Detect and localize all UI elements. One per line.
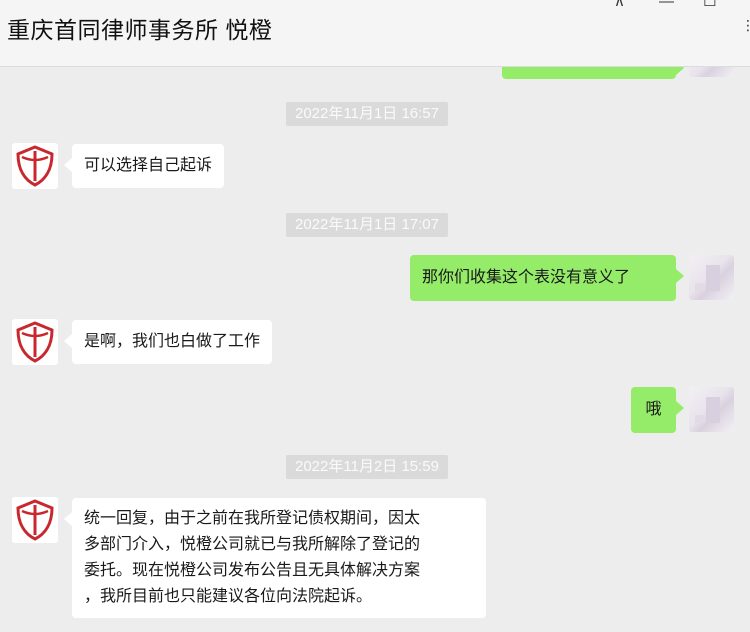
message-text: 那你们收集这个表没有意义了 (422, 269, 631, 286)
timestamp: 2022年11月1日 17:07 (286, 213, 448, 237)
law-firm-avatar[interactable] (12, 497, 58, 543)
minimize-icon[interactable]: — (659, 0, 674, 10)
message-text-line: 多部门介入，悦橙公司就已与我所解除了登记的 (84, 536, 421, 553)
previous-message-bubble[interactable] (502, 67, 684, 79)
user-avatar[interactable] (689, 255, 734, 300)
maximize-icon[interactable]: ☐ (703, 0, 716, 10)
message-text: 是啊，我们也白做了工作 (84, 333, 261, 350)
law-firm-avatar[interactable] (12, 319, 58, 365)
message-text-line: 统一回复，由于之前在我所登记债权期间，因太 (84, 510, 421, 527)
message-bubble[interactable]: 统一回复，由于之前在我所登记债权期间，因太 多部门介入，悦橙公司就已与我所解除了… (64, 498, 486, 618)
user-avatar[interactable] (689, 67, 734, 77)
message-text: 可以选择自己起诉 (84, 157, 213, 174)
pin-icon[interactable]: ⊼ (614, 0, 625, 10)
law-firm-logo-icon (16, 321, 54, 363)
message-text: 哦 (645, 401, 662, 418)
message-bubble[interactable]: 那你们收集这个表没有意义了 (410, 255, 684, 301)
message-bubble[interactable]: 是啊，我们也白做了工作 (63, 320, 273, 364)
more-options-icon[interactable]: ⋮ (741, 18, 750, 32)
message-text-line: ，我所目前也只能建议各位向法院起诉。 (84, 588, 373, 605)
chat-title: 重庆首同律师事务所 悦橙 (7, 17, 273, 43)
message-bubble[interactable]: 可以选择自己起诉 (63, 144, 225, 188)
law-firm-avatar[interactable] (12, 143, 58, 189)
message-list[interactable]: 2022年11月1日 16:57 可以选择自己起诉 2022年11月1日 17:… (0, 67, 750, 632)
user-avatar[interactable] (689, 387, 734, 432)
message-bubble[interactable]: 哦 (631, 387, 684, 433)
law-firm-logo-icon (16, 499, 54, 541)
law-firm-logo-icon (16, 145, 54, 187)
timestamp: 2022年11月2日 15:59 (286, 455, 448, 479)
timestamp: 2022年11月1日 16:57 (286, 102, 448, 126)
message-text-line: 委托。现在悦橙公司发布公告且无具体解决方案 (84, 562, 421, 579)
chat-header: 重庆首同律师事务所 悦橙 ⊼ — ☐ ⋮ (0, 0, 750, 67)
